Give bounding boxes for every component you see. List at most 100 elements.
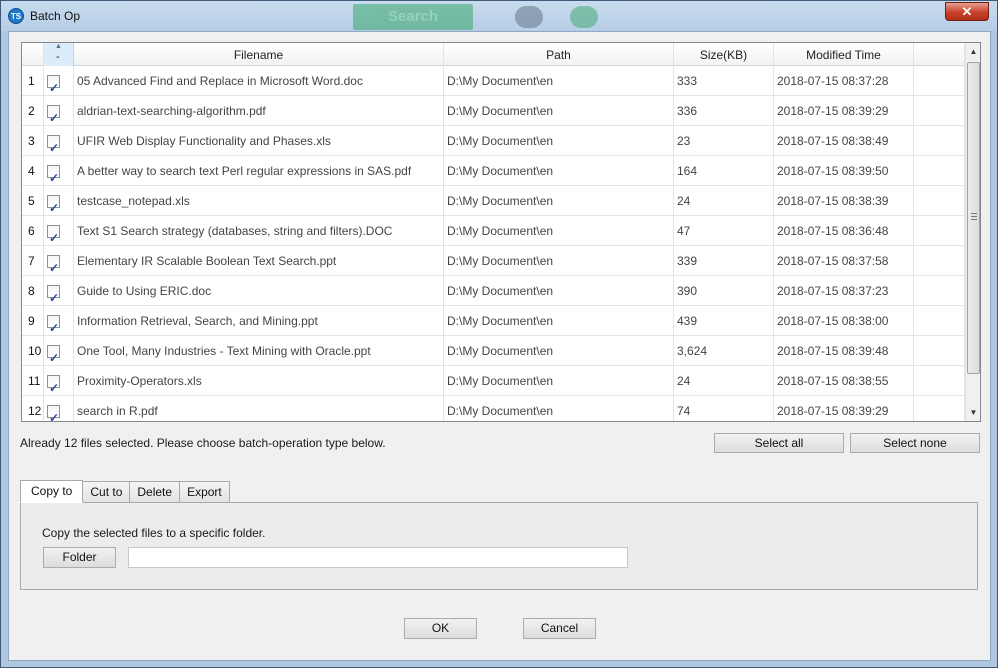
filler-cell bbox=[914, 396, 965, 421]
row-checkbox[interactable] bbox=[47, 223, 60, 246]
size-cell: 333 bbox=[674, 66, 774, 96]
row-checkbox[interactable] bbox=[47, 403, 60, 421]
modified-cell: 2018-07-15 08:38:49 bbox=[774, 126, 914, 156]
row-checkbox[interactable] bbox=[47, 283, 60, 306]
vertical-scrollbar[interactable]: ▲ ▼ bbox=[965, 43, 980, 421]
table-row[interactable]: 9 Information Retrieval, Search, and Min… bbox=[22, 306, 965, 336]
table-row[interactable]: 10 One Tool, Many Industries - Text Mini… bbox=[22, 336, 965, 366]
size-cell: 439 bbox=[674, 306, 774, 336]
sort-arrow-icon: ▲ bbox=[55, 43, 62, 50]
path-cell: D:\My Document\en bbox=[444, 276, 674, 306]
modified-cell: 2018-07-15 08:39:48 bbox=[774, 336, 914, 366]
table-row[interactable]: 12 search in R.pdf D:\My Document\en 74 … bbox=[22, 396, 965, 421]
column-header-index bbox=[22, 43, 44, 66]
panel-description: Copy the selected files to a specific fo… bbox=[42, 526, 266, 540]
filename-cell: Text S1 Search strategy (databases, stri… bbox=[74, 216, 444, 246]
table-row[interactable]: 7 Elementary IR Scalable Boolean Text Se… bbox=[22, 246, 965, 276]
row-number: 7 bbox=[22, 246, 44, 276]
table-row[interactable]: 5 testcase_notepad.xls D:\My Document\en… bbox=[22, 186, 965, 216]
row-number: 10 bbox=[22, 336, 44, 366]
size-cell: 164 bbox=[674, 156, 774, 186]
filler-cell bbox=[914, 246, 965, 276]
size-cell: 390 bbox=[674, 276, 774, 306]
path-cell: D:\My Document\en bbox=[444, 126, 674, 156]
window-title: Batch Op bbox=[30, 9, 81, 23]
size-cell: 74 bbox=[674, 396, 774, 421]
size-cell: 23 bbox=[674, 126, 774, 156]
filler-cell bbox=[914, 66, 965, 96]
filename-cell: search in R.pdf bbox=[74, 396, 444, 421]
modified-cell: 2018-07-15 08:37:23 bbox=[774, 276, 914, 306]
selection-status: Already 12 files selected. Please choose… bbox=[20, 436, 386, 450]
cancel-button[interactable]: Cancel bbox=[523, 618, 596, 639]
path-cell: D:\My Document\en bbox=[444, 66, 674, 96]
filename-cell: A better way to search text Perl regular… bbox=[74, 156, 444, 186]
row-checkbox[interactable] bbox=[47, 253, 60, 276]
column-header-path[interactable]: Path bbox=[444, 43, 674, 66]
title-bar[interactable]: TS Batch Op Search ✕ bbox=[1, 1, 997, 31]
tab-copy-to[interactable]: Copy to bbox=[20, 480, 84, 503]
modified-cell: 2018-07-15 08:39:29 bbox=[774, 396, 914, 421]
folder-button[interactable]: Folder bbox=[43, 547, 116, 568]
row-checkbox-cell bbox=[44, 396, 74, 421]
row-checkbox[interactable] bbox=[47, 373, 60, 396]
row-checkbox[interactable] bbox=[47, 163, 60, 186]
filename-cell: Elementary IR Scalable Boolean Text Sear… bbox=[74, 246, 444, 276]
tab-cut-to[interactable]: Cut to bbox=[82, 481, 131, 502]
size-cell: 339 bbox=[674, 246, 774, 276]
background-circle-icon bbox=[515, 6, 543, 28]
row-checkbox[interactable] bbox=[47, 133, 60, 156]
table-row[interactable]: 11 Proximity-Operators.xls D:\My Documen… bbox=[22, 366, 965, 396]
row-number: 1 bbox=[22, 66, 44, 96]
filename-cell: Information Retrieval, Search, and Minin… bbox=[74, 306, 444, 336]
row-number: 5 bbox=[22, 186, 44, 216]
background-circle-icon-green bbox=[570, 6, 598, 28]
column-header-check[interactable]: ▲ - bbox=[44, 43, 74, 66]
ok-button[interactable]: OK bbox=[404, 618, 477, 639]
column-header-filename[interactable]: Filename bbox=[74, 43, 444, 66]
row-number: 3 bbox=[22, 126, 44, 156]
table-row[interactable]: 1 05 Advanced Find and Replace in Micros… bbox=[22, 66, 965, 96]
modified-cell: 2018-07-15 08:37:28 bbox=[774, 66, 914, 96]
row-checkbox[interactable] bbox=[47, 103, 60, 126]
operation-tabs: Copy to Cut to Delete Export bbox=[20, 480, 230, 503]
path-cell: D:\My Document\en bbox=[444, 306, 674, 336]
table-row[interactable]: 4 A better way to search text Perl regul… bbox=[22, 156, 965, 186]
row-checkbox-cell bbox=[44, 66, 74, 96]
select-none-button[interactable]: Select none bbox=[850, 433, 980, 453]
folder-path-input[interactable] bbox=[128, 547, 628, 568]
column-header-modified[interactable]: Modified Time bbox=[774, 43, 914, 66]
path-cell: D:\My Document\en bbox=[444, 396, 674, 421]
column-header-filler bbox=[914, 43, 965, 66]
tab-delete[interactable]: Delete bbox=[129, 481, 181, 502]
filename-cell: One Tool, Many Industries - Text Mining … bbox=[74, 336, 444, 366]
path-cell: D:\My Document\en bbox=[444, 156, 674, 186]
table-row[interactable]: 2 aldrian-text-searching-algorithm.pdf D… bbox=[22, 96, 965, 126]
row-number: 11 bbox=[22, 366, 44, 396]
row-checkbox-cell bbox=[44, 96, 74, 126]
arrow-up-icon[interactable]: ▲ bbox=[966, 43, 980, 60]
filename-cell: UFIR Web Display Functionality and Phase… bbox=[74, 126, 444, 156]
column-header-size[interactable]: Size(KB) bbox=[674, 43, 774, 66]
row-checkbox[interactable] bbox=[47, 193, 60, 216]
row-number: 8 bbox=[22, 276, 44, 306]
dialog-body: ▲ - Filename Path Size(KB) Modified Time… bbox=[8, 31, 991, 661]
close-button[interactable]: ✕ bbox=[945, 2, 989, 21]
table-row[interactable]: 6 Text S1 Search strategy (databases, st… bbox=[22, 216, 965, 246]
table-row[interactable]: 8 Guide to Using ERIC.doc D:\My Document… bbox=[22, 276, 965, 306]
row-checkbox[interactable] bbox=[47, 343, 60, 366]
filler-cell bbox=[914, 366, 965, 396]
row-checkbox-cell bbox=[44, 156, 74, 186]
tab-export[interactable]: Export bbox=[179, 481, 230, 502]
row-checkbox[interactable] bbox=[47, 313, 60, 336]
arrow-down-icon[interactable]: ▼ bbox=[966, 404, 980, 421]
row-checkbox[interactable] bbox=[47, 73, 60, 96]
modified-cell: 2018-07-15 08:39:50 bbox=[774, 156, 914, 186]
table-row[interactable]: 3 UFIR Web Display Functionality and Pha… bbox=[22, 126, 965, 156]
filename-cell: Proximity-Operators.xls bbox=[74, 366, 444, 396]
row-checkbox-cell bbox=[44, 336, 74, 366]
select-all-button[interactable]: Select all bbox=[714, 433, 844, 453]
size-cell: 3,624 bbox=[674, 336, 774, 366]
scrollbar-thumb[interactable] bbox=[967, 62, 980, 374]
background-search-button: Search bbox=[353, 4, 473, 30]
